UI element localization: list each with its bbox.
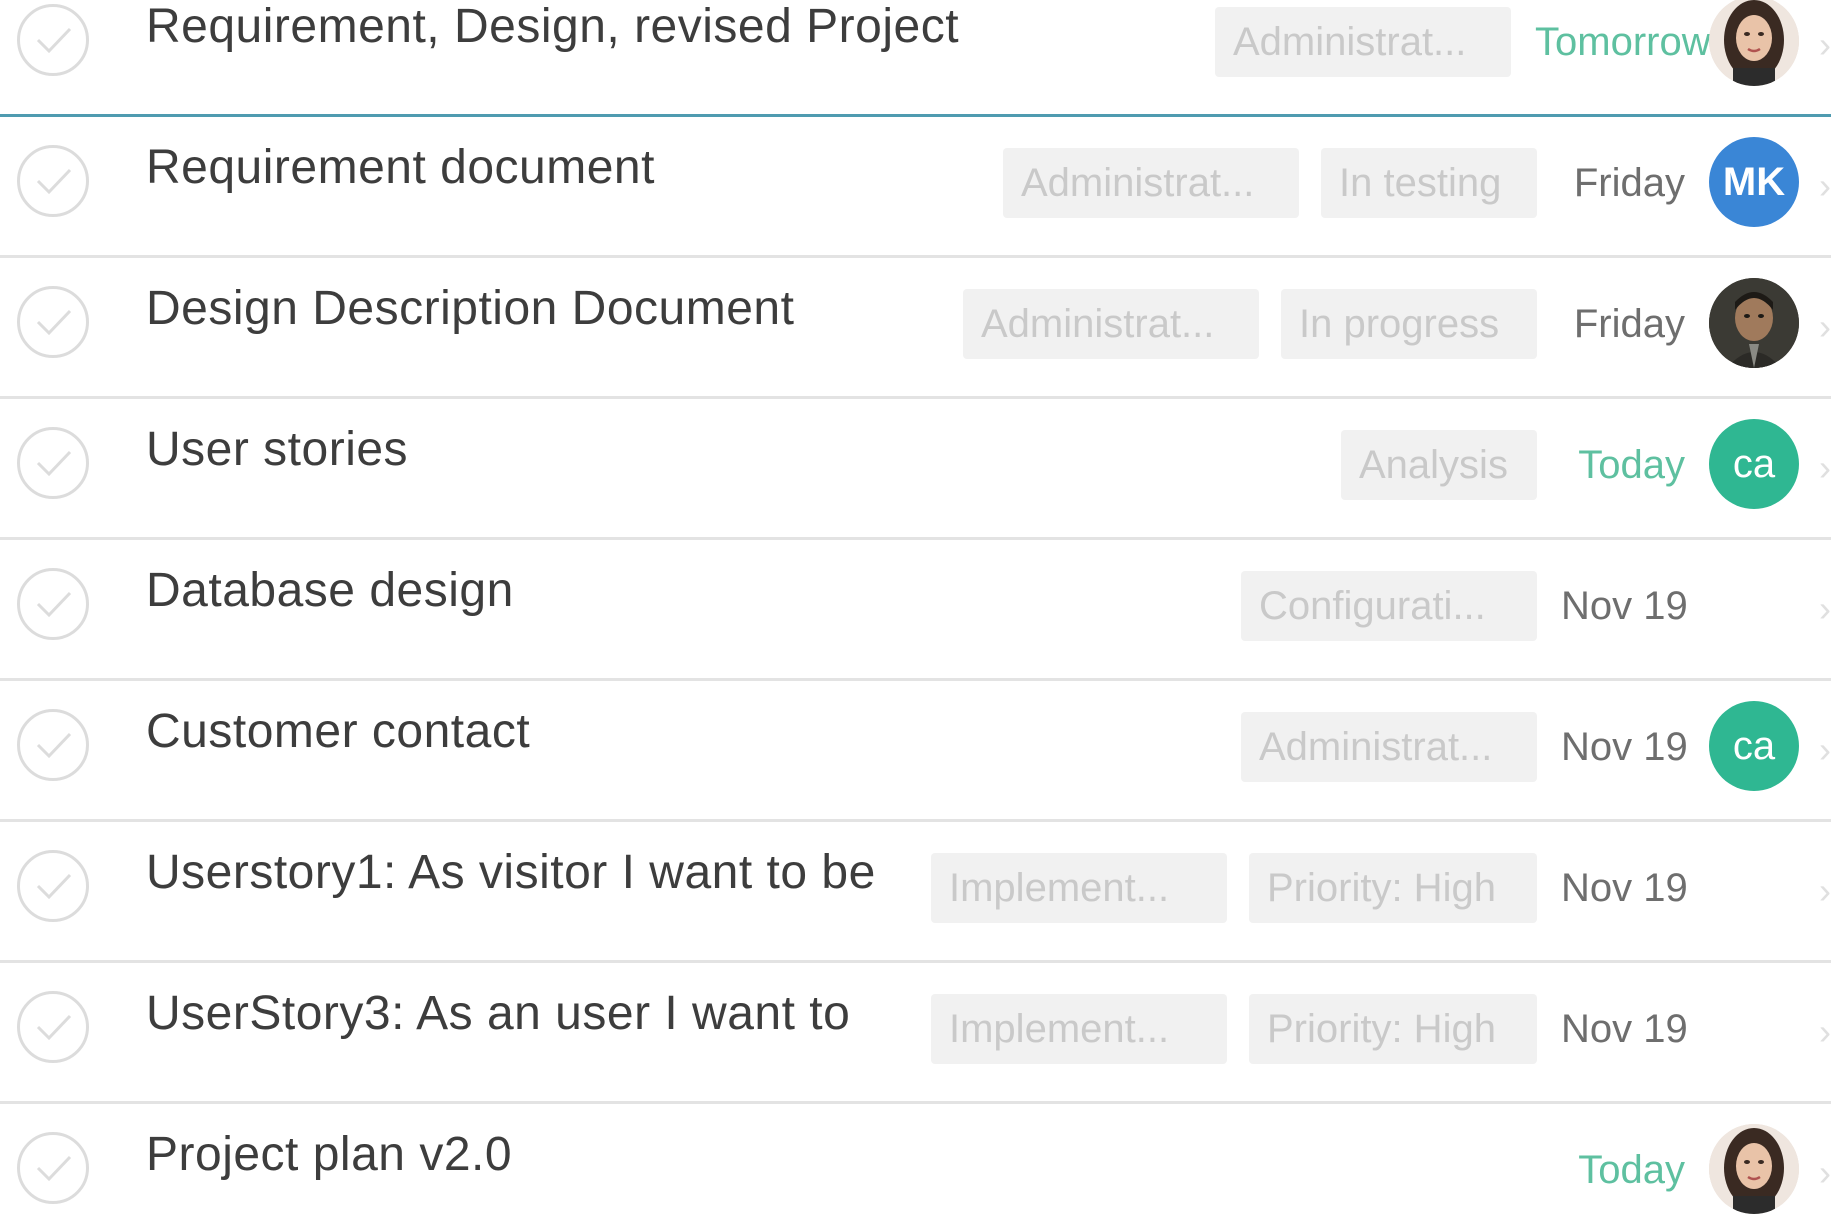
chevron-right-icon[interactable]: ›	[1819, 729, 1831, 771]
complete-task-checkbox[interactable]	[17, 4, 89, 76]
chevron-right-icon[interactable]: ›	[1819, 447, 1831, 489]
task-title[interactable]: Userstory1: As visitor I want to be	[146, 844, 902, 902]
task-row[interactable]: Database design Configurati... Nov 19 ›	[0, 540, 1831, 681]
female-portrait-icon	[1709, 0, 1799, 86]
task-due-date[interactable]: Nov 19	[1561, 725, 1688, 770]
chevron-right-icon[interactable]: ›	[1819, 1152, 1831, 1194]
task-tag[interactable]: In testing	[1321, 148, 1537, 218]
chevron-right-icon[interactable]: ›	[1819, 1011, 1831, 1053]
task-tag[interactable]: Implement...	[931, 853, 1227, 923]
task-tag[interactable]: Administrat...	[1003, 148, 1299, 218]
complete-task-checkbox[interactable]	[17, 427, 89, 499]
male-portrait-icon	[1709, 278, 1799, 368]
task-tag[interactable]: Priority: High	[1249, 853, 1537, 923]
task-row[interactable]: Project plan v2.0 Today ›	[0, 1104, 1831, 1226]
task-row[interactable]: Design Description Document Administrat.…	[0, 258, 1831, 399]
task-due-date[interactable]: Today	[1561, 1148, 1685, 1193]
chevron-right-icon[interactable]: ›	[1819, 588, 1831, 630]
assignee-avatar[interactable]: ca	[1709, 419, 1799, 509]
assignee-avatar[interactable]	[1709, 278, 1799, 368]
task-title[interactable]: Customer contact	[146, 703, 826, 761]
task-tag[interactable]: Analysis	[1341, 430, 1537, 500]
task-due-date[interactable]: Friday	[1561, 161, 1685, 206]
complete-task-checkbox[interactable]	[17, 145, 89, 217]
task-row[interactable]: User stories Analysis Today ca ›	[0, 399, 1831, 540]
task-meta: Administrat... Nov 19	[1241, 703, 1688, 791]
task-title[interactable]: Requirement, Design, revised Project Pla…	[146, 0, 976, 56]
complete-task-checkbox[interactable]	[17, 850, 89, 922]
complete-task-checkbox[interactable]	[17, 286, 89, 358]
female-portrait-icon	[1709, 1124, 1799, 1214]
task-title[interactable]: Database design	[146, 562, 826, 620]
complete-task-checkbox[interactable]	[17, 991, 89, 1063]
task-list: Requirement, Design, revised Project Pla…	[0, 0, 1831, 1226]
task-meta: Today	[1559, 1126, 1685, 1214]
checkmark-icon	[36, 1014, 72, 1041]
task-due-date[interactable]: Today	[1561, 443, 1685, 488]
checkmark-icon	[36, 1155, 72, 1182]
task-meta: Administrat... In testing Friday	[1003, 139, 1685, 227]
assignee-avatar[interactable]	[1709, 1124, 1799, 1214]
task-tag[interactable]: Implement...	[931, 994, 1227, 1064]
task-tag[interactable]: Priority: High	[1249, 994, 1537, 1064]
task-meta: Administrat... Tomorrow	[1215, 0, 1711, 86]
task-tag[interactable]: Administrat...	[1241, 712, 1537, 782]
task-due-date[interactable]: Nov 19	[1561, 1007, 1688, 1052]
task-row[interactable]: Customer contact Administrat... Nov 19 c…	[0, 681, 1831, 822]
task-meta: Configurati... Nov 19	[1241, 562, 1688, 650]
task-meta: Administrat... In progress Friday	[963, 280, 1685, 368]
task-meta: Implement... Priority: High Nov 19	[931, 985, 1688, 1073]
task-meta: Analysis Today	[1341, 421, 1685, 509]
task-title[interactable]: Requirement document	[146, 139, 826, 197]
chevron-right-icon[interactable]: ›	[1819, 870, 1831, 912]
task-tag[interactable]: Configurati...	[1241, 571, 1537, 641]
chevron-right-icon[interactable]: ›	[1819, 165, 1831, 207]
task-title[interactable]: Design Description Document	[146, 280, 826, 338]
checkmark-icon	[36, 591, 72, 618]
task-title[interactable]: Project plan v2.0	[146, 1126, 826, 1184]
assignee-avatar[interactable]: MK	[1709, 137, 1799, 227]
assignee-avatar[interactable]	[1709, 0, 1799, 86]
chevron-right-icon[interactable]: ›	[1819, 306, 1831, 348]
task-meta: Implement... Priority: High Nov 19	[931, 844, 1688, 932]
task-due-date[interactable]: Tomorrow	[1535, 20, 1711, 65]
assignee-avatar[interactable]: ca	[1709, 701, 1799, 791]
chevron-right-icon[interactable]: ›	[1819, 24, 1831, 66]
complete-task-checkbox[interactable]	[17, 1132, 89, 1204]
task-row[interactable]: UserStory3: As an user I want to Impleme…	[0, 963, 1831, 1104]
task-due-date[interactable]: Nov 19	[1561, 584, 1688, 629]
task-tag[interactable]: Administrat...	[963, 289, 1259, 359]
task-title[interactable]: UserStory3: As an user I want to	[146, 985, 902, 1043]
complete-task-checkbox[interactable]	[17, 568, 89, 640]
task-title[interactable]: User stories	[146, 421, 826, 479]
complete-task-checkbox[interactable]	[17, 709, 89, 781]
task-tag[interactable]: Administrat...	[1215, 7, 1511, 77]
checkmark-icon	[36, 309, 72, 336]
checkmark-icon	[36, 732, 72, 759]
task-row[interactable]: Requirement, Design, revised Project Pla…	[0, 0, 1831, 117]
task-tag[interactable]: In progress	[1281, 289, 1537, 359]
checkmark-icon	[36, 168, 72, 195]
task-due-date[interactable]: Nov 19	[1561, 866, 1688, 911]
checkmark-icon	[36, 873, 72, 900]
checkmark-icon	[36, 27, 72, 54]
task-row[interactable]: Userstory1: As visitor I want to be Impl…	[0, 822, 1831, 963]
checkmark-icon	[36, 450, 72, 477]
task-row[interactable]: Requirement document Administrat... In t…	[0, 117, 1831, 258]
task-due-date[interactable]: Friday	[1561, 302, 1685, 347]
